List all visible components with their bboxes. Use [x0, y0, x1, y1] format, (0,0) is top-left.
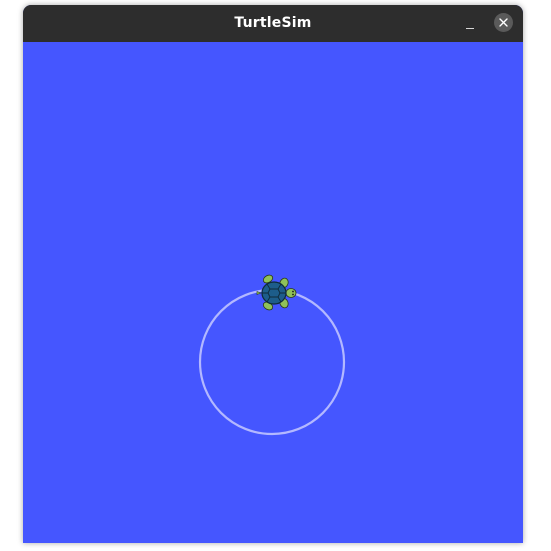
close-icon: [499, 18, 508, 27]
pen-trail: [198, 288, 346, 436]
title-bar[interactable]: TurtleSim: [23, 5, 523, 42]
turtlesim-window: TurtleSim: [23, 5, 523, 543]
minimize-icon: [466, 28, 474, 29]
turtle-icon: [256, 274, 297, 311]
drawing-surface: [198, 274, 346, 436]
turtle-canvas: [23, 42, 523, 543]
minimize-button[interactable]: [460, 14, 480, 34]
window-title: TurtleSim: [234, 15, 312, 31]
close-button[interactable]: [494, 13, 513, 32]
